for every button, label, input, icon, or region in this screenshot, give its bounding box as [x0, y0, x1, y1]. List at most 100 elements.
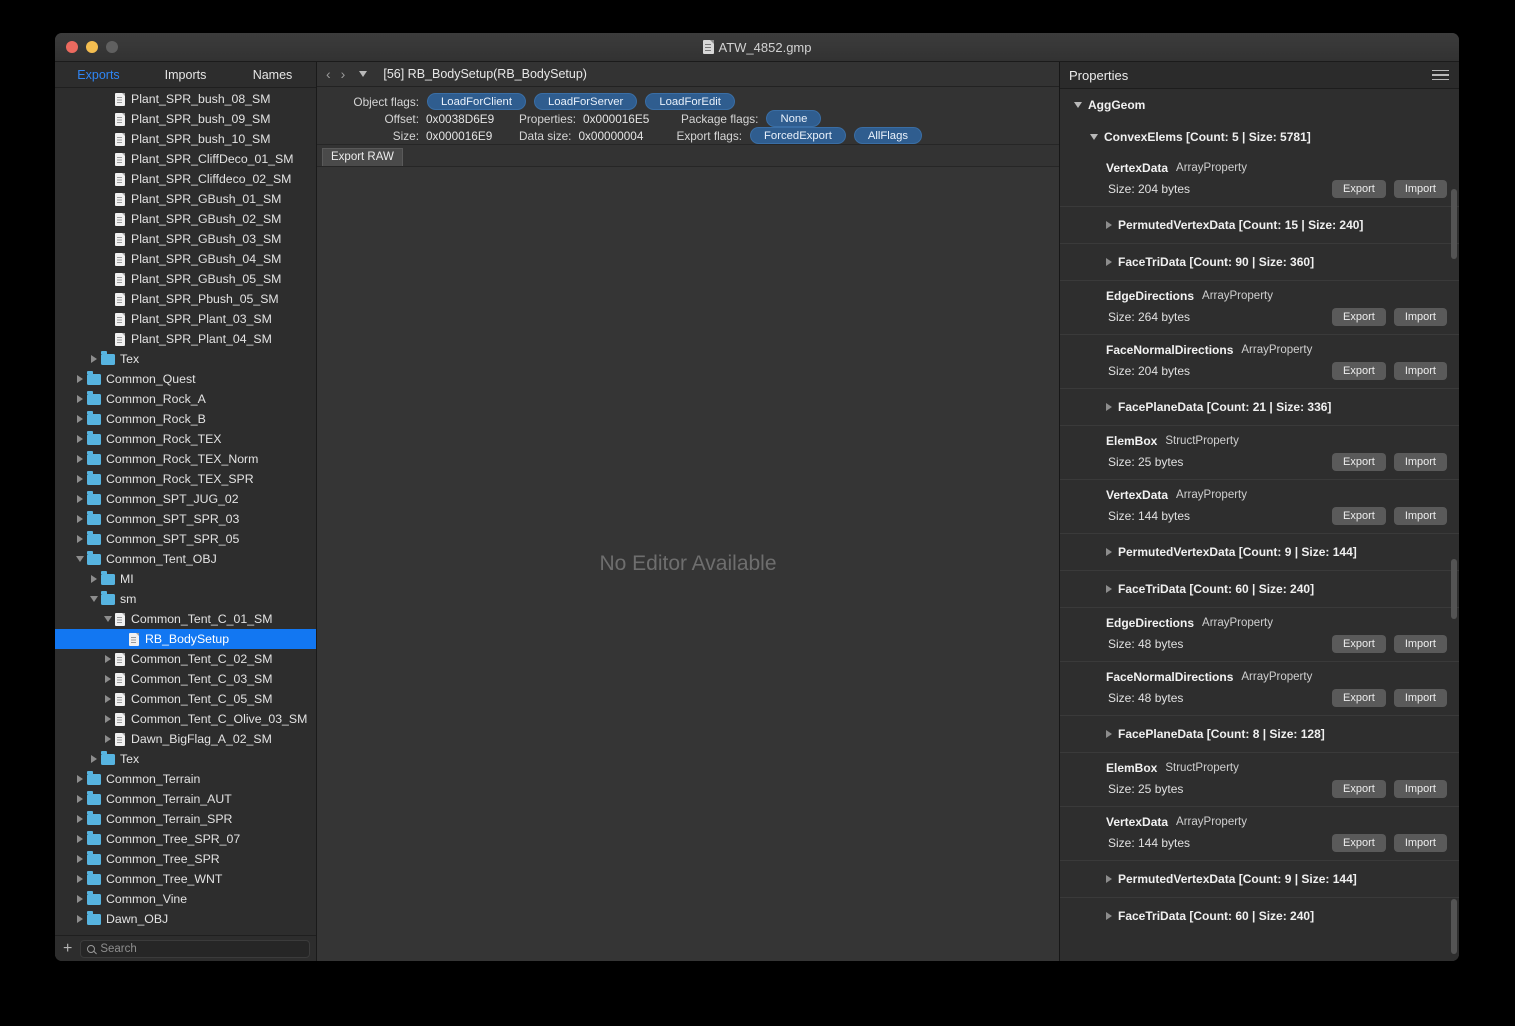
disclosure-triangle-icon[interactable]: [73, 775, 87, 783]
disclosure-triangle-icon[interactable]: [87, 596, 101, 602]
disclosure-triangle-icon[interactable]: [73, 835, 87, 843]
tree-row[interactable]: Common_Terrain_AUT: [55, 789, 316, 809]
property-group-header[interactable]: AggGeom: [1074, 98, 1459, 112]
tree-row[interactable]: Plant_SPR_Plant_04_SM: [55, 329, 316, 349]
export-button[interactable]: Export: [1332, 834, 1386, 852]
flag-load-for-edit[interactable]: LoadForEdit: [645, 93, 735, 110]
flag-all-flags[interactable]: AllFlags: [853, 127, 923, 144]
disclosure-triangle-icon[interactable]: [101, 735, 115, 743]
disclosure-triangle-icon[interactable]: [73, 875, 87, 883]
disclosure-triangle-icon[interactable]: [73, 556, 87, 562]
properties-list[interactable]: AggGeom ConvexElems [Count: 5 | Size: 578…: [1060, 89, 1459, 961]
import-button[interactable]: Import: [1393, 180, 1447, 198]
disclosure-triangle-icon[interactable]: [1106, 403, 1112, 411]
tree-row[interactable]: Common_Rock_A: [55, 389, 316, 409]
tree-row[interactable]: Plant_SPR_bush_09_SM: [55, 109, 316, 129]
disclosure-triangle-icon[interactable]: [73, 535, 87, 543]
disclosure-triangle-icon[interactable]: [87, 575, 101, 583]
tree-row[interactable]: Tex: [55, 749, 316, 769]
properties-scrollbar-thumb[interactable]: [1451, 559, 1457, 619]
flag-load-for-server[interactable]: LoadForServer: [533, 93, 638, 110]
disclosure-triangle-icon[interactable]: [1106, 258, 1112, 266]
tree-row[interactable]: Common_Tent_C_03_SM: [55, 669, 316, 689]
disclosure-triangle-icon[interactable]: [1106, 875, 1112, 883]
disclosure-triangle-icon[interactable]: [1090, 134, 1098, 140]
disclosure-triangle-icon[interactable]: [1074, 102, 1082, 108]
export-button[interactable]: Export: [1332, 689, 1386, 707]
disclosure-triangle-icon[interactable]: [73, 795, 87, 803]
tree-row[interactable]: Tex: [55, 349, 316, 369]
tree-row[interactable]: Plant_SPR_Cliffdeco_02_SM: [55, 169, 316, 189]
tree-row[interactable]: Common_Terrain: [55, 769, 316, 789]
tree-row[interactable]: Plant_SPR_GBush_02_SM: [55, 209, 316, 229]
disclosure-triangle-icon[interactable]: [1106, 221, 1112, 229]
tab-names[interactable]: Names: [229, 68, 316, 82]
tree-row[interactable]: Common_Vine: [55, 889, 316, 909]
properties-scrollbar-thumb[interactable]: [1451, 189, 1457, 259]
search-input[interactable]: Search: [80, 939, 310, 958]
tree-row[interactable]: Plant_SPR_bush_10_SM: [55, 129, 316, 149]
tree-row[interactable]: Common_Tree_SPR: [55, 849, 316, 869]
tree-row[interactable]: Plant_SPR_GBush_01_SM: [55, 189, 316, 209]
nav-back-button[interactable]: ‹: [326, 66, 331, 82]
disclosure-triangle-icon[interactable]: [73, 515, 87, 523]
property-group-header[interactable]: FaceTriData [Count: 60 | Size: 240]: [1106, 909, 1459, 923]
disclosure-triangle-icon[interactable]: [1106, 585, 1112, 593]
disclosure-triangle-icon[interactable]: [1106, 912, 1112, 920]
tree-row[interactable]: Common_Tree_SPR_07: [55, 829, 316, 849]
export-tree[interactable]: Plant_SPR_bush_08_SM Plant_SPR_bush_09_SM…: [55, 88, 316, 935]
breadcrumb-twisty-icon[interactable]: [359, 71, 368, 77]
tree-row[interactable]: Common_Terrain_SPR: [55, 809, 316, 829]
flag-load-for-client[interactable]: LoadForClient: [427, 93, 526, 110]
tree-row[interactable]: Common_Rock_TEX_SPR: [55, 469, 316, 489]
tree-row[interactable]: Common_Tent_C_02_SM: [55, 649, 316, 669]
tree-row[interactable]: Common_Tent_OBJ: [55, 549, 316, 569]
property-group-header[interactable]: ConvexElems [Count: 5 | Size: 5781]: [1090, 130, 1459, 144]
tree-row[interactable]: Common_Tent_C_Olive_03_SM: [55, 709, 316, 729]
import-button[interactable]: Import: [1393, 689, 1447, 707]
tree-row[interactable]: MI: [55, 569, 316, 589]
add-button[interactable]: +: [63, 940, 72, 957]
disclosure-triangle-icon[interactable]: [1106, 548, 1112, 556]
import-button[interactable]: Import: [1393, 308, 1447, 326]
import-button[interactable]: Import: [1393, 453, 1447, 471]
tree-row[interactable]: Plant_SPR_GBush_03_SM: [55, 229, 316, 249]
disclosure-triangle-icon[interactable]: [101, 695, 115, 703]
disclosure-triangle-icon[interactable]: [73, 375, 87, 383]
flag-forced-export[interactable]: ForcedExport: [750, 127, 846, 144]
disclosure-triangle-icon[interactable]: [73, 475, 87, 483]
disclosure-triangle-icon[interactable]: [73, 855, 87, 863]
close-button[interactable]: [66, 41, 78, 53]
tree-row[interactable]: Common_SPT_JUG_02: [55, 489, 316, 509]
disclosure-triangle-icon[interactable]: [73, 395, 87, 403]
tree-row[interactable]: Common_Rock_B: [55, 409, 316, 429]
tree-row[interactable]: Common_Tree_WNT: [55, 869, 316, 889]
disclosure-triangle-icon[interactable]: [101, 616, 115, 622]
property-group-header[interactable]: PermutedVertexData [Count: 15 | Size: 24…: [1106, 218, 1459, 232]
import-button[interactable]: Import: [1393, 834, 1447, 852]
tree-row[interactable]: Plant_SPR_GBush_05_SM: [55, 269, 316, 289]
disclosure-triangle-icon[interactable]: [73, 915, 87, 923]
tree-row[interactable]: Common_Quest: [55, 369, 316, 389]
tree-row[interactable]: Common_Rock_TEX: [55, 429, 316, 449]
tree-row[interactable]: Common_Tent_C_01_SM: [55, 609, 316, 629]
import-button[interactable]: Import: [1393, 635, 1447, 653]
tree-row[interactable]: Common_SPT_SPR_03: [55, 509, 316, 529]
tree-row[interactable]: sm: [55, 589, 316, 609]
tree-row[interactable]: Common_Tent_C_05_SM: [55, 689, 316, 709]
disclosure-triangle-icon[interactable]: [73, 435, 87, 443]
disclosure-triangle-icon[interactable]: [87, 755, 101, 763]
tab-exports[interactable]: Exports: [55, 68, 142, 82]
import-button[interactable]: Import: [1393, 780, 1447, 798]
tree-row[interactable]: Plant_SPR_GBush_04_SM: [55, 249, 316, 269]
minimize-button[interactable]: [86, 41, 98, 53]
tree-row[interactable]: Plant_SPR_Plant_03_SM: [55, 309, 316, 329]
tree-row-selected[interactable]: RB_BodySetup: [55, 629, 316, 649]
import-button[interactable]: Import: [1393, 507, 1447, 525]
hamburger-icon[interactable]: [1432, 69, 1449, 81]
disclosure-triangle-icon[interactable]: [87, 355, 101, 363]
property-group-header[interactable]: FaceTriData [Count: 60 | Size: 240]: [1106, 582, 1459, 596]
property-group-header[interactable]: PermutedVertexData [Count: 9 | Size: 144…: [1106, 872, 1459, 886]
export-button[interactable]: Export: [1332, 362, 1386, 380]
tab-imports[interactable]: Imports: [142, 68, 229, 82]
